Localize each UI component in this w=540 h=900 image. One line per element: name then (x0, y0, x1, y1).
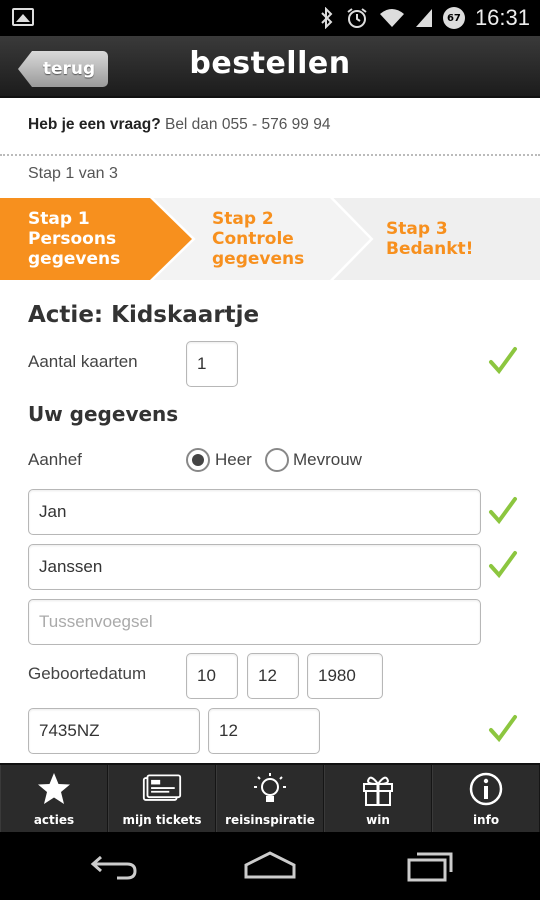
birth-year-input[interactable]: 1980 (307, 653, 383, 699)
birth-month-input[interactable]: 12 (247, 653, 299, 699)
tussenvoegsel-input[interactable]: Tussenvoegsel (28, 599, 481, 645)
gift-icon (358, 771, 398, 807)
tab-acties[interactable]: acties (0, 765, 108, 832)
app-header: terug bestellen (0, 36, 540, 98)
step-3-title: Stap 3 (386, 219, 448, 239)
help-line: Heb je een vraag? Bel dan 055 - 576 99 9… (28, 116, 330, 134)
check-icon (489, 551, 517, 579)
aantal-input[interactable]: 1 (186, 341, 238, 387)
tab-reisinspiratie-label: reisinspiratie (225, 813, 315, 827)
help-question: Heb je een vraag? (28, 116, 161, 133)
home-nav-icon[interactable] (240, 848, 300, 884)
tab-win-label: win (366, 813, 390, 827)
alarm-icon (345, 6, 369, 30)
bottom-tab-bar: acties mijn tickets reisinspiratie win i… (0, 763, 540, 832)
uw-gegevens-title: Uw gegevens (28, 402, 179, 426)
clock: 16:31 (474, 5, 530, 30)
recents-nav-icon[interactable] (400, 848, 460, 884)
tab-reisinspiratie[interactable]: reisinspiratie (216, 765, 324, 832)
step-progress: Stap 3 Bedankt! Stap 2 Controle gegevens St… (0, 198, 540, 280)
divider (0, 154, 540, 156)
radio-heer-label[interactable]: Heer (215, 450, 252, 470)
action-title: Actie: Kidskaartje (28, 302, 260, 328)
last-name-input[interactable]: Janssen (28, 544, 481, 590)
back-nav-icon[interactable] (84, 848, 144, 884)
birth-day-input[interactable]: 10 (186, 653, 238, 699)
ticket-icon (142, 771, 182, 807)
tab-win[interactable]: win (324, 765, 432, 832)
picture-icon (12, 8, 34, 26)
radio-mevrouw[interactable] (265, 448, 289, 472)
aantal-label: Aantal kaarten (28, 352, 138, 371)
info-icon (466, 771, 506, 807)
step-counter: Stap 1 van 3 (28, 165, 118, 182)
house-number-input[interactable]: 12 (208, 708, 320, 754)
check-icon (489, 347, 517, 375)
signal-icon (415, 7, 433, 29)
star-icon (34, 771, 74, 807)
tab-info[interactable]: info (432, 765, 540, 832)
first-name-input[interactable]: Jan (28, 489, 481, 535)
check-icon (489, 715, 517, 743)
step-1-title: Stap 1 (28, 209, 90, 229)
battery-icon: 67 (442, 7, 465, 29)
step-2-title: Stap 2 (212, 209, 274, 229)
help-phone[interactable]: Bel dan 055 - 576 99 94 (161, 116, 330, 133)
step-3-sub: Bedankt! (386, 239, 474, 259)
tab-mijn-tickets[interactable]: mijn tickets (108, 765, 216, 832)
wifi-icon (379, 7, 405, 29)
status-bar: 67 16:31 (0, 0, 540, 36)
step-2-sub2: gegevens (212, 249, 305, 269)
postcode-input[interactable]: 7435NZ (28, 708, 200, 754)
lightbulb-icon (250, 771, 290, 807)
radio-heer[interactable] (186, 448, 210, 472)
tab-acties-label: acties (33, 813, 75, 827)
step-1-sub2: gegevens (28, 249, 121, 269)
page-title: bestellen (189, 46, 351, 81)
bluetooth-icon (319, 7, 335, 29)
step-1-sub1: Persoons (28, 229, 117, 249)
radio-mevrouw-label[interactable]: Mevrouw (293, 450, 362, 470)
check-icon (489, 497, 517, 525)
step-2-sub1: Controle (212, 229, 294, 249)
aanhef-label: Aanhef (28, 450, 82, 469)
system-nav-bar (0, 832, 540, 900)
tab-info-label: info (472, 813, 500, 827)
geboortedatum-label: Geboortedatum (28, 664, 147, 683)
tab-mijn-tickets-label: mijn tickets (122, 813, 202, 827)
